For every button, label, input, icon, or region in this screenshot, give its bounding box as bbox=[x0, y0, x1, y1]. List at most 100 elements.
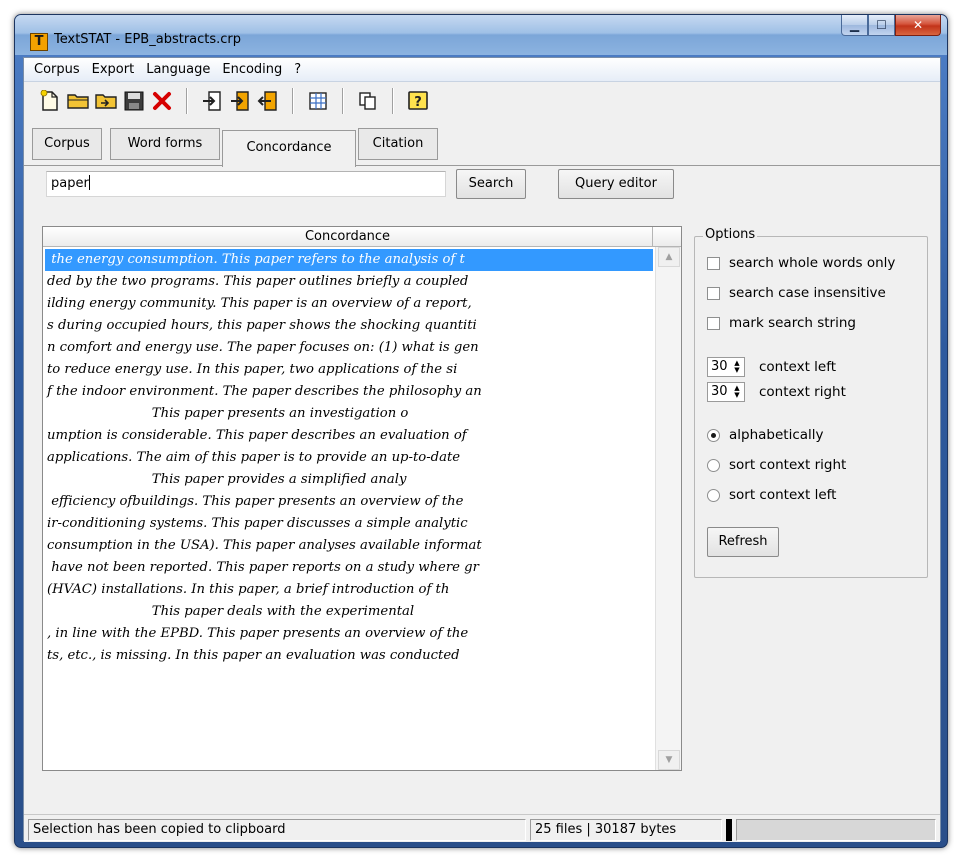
add-folder-button[interactable] bbox=[94, 89, 118, 113]
menu-language[interactable]: Language bbox=[146, 62, 210, 77]
concordance-row[interactable]: ded by the two programs. This paper outl… bbox=[45, 271, 653, 293]
open-folder-button[interactable] bbox=[66, 89, 90, 113]
concordance-row[interactable]: s during occupied hours, this paper show… bbox=[45, 315, 653, 337]
import-file-button[interactable] bbox=[200, 89, 224, 113]
close-icon: ✕ bbox=[912, 18, 924, 32]
import-file-alt-icon bbox=[231, 91, 249, 111]
menu-export[interactable]: Export bbox=[92, 62, 135, 77]
concordance-row[interactable]: ir-conditioning systems. This paper disc… bbox=[45, 513, 653, 535]
new-file-button[interactable] bbox=[38, 89, 62, 113]
text-caret bbox=[88, 175, 90, 190]
mark-string-checkbox[interactable]: mark search string bbox=[707, 313, 856, 333]
help-icon: ? bbox=[408, 91, 428, 110]
concordance-row[interactable]: (HVAC) installations. In this paper, a b… bbox=[45, 579, 653, 601]
sort-context-left-label: sort context left bbox=[729, 487, 837, 503]
concordance-row[interactable]: ts, etc., is missing. In this paper an e… bbox=[45, 645, 653, 667]
help-button[interactable]: ? bbox=[406, 89, 430, 113]
status-extra-panel bbox=[736, 819, 936, 841]
save-icon bbox=[124, 91, 144, 111]
tab-strip: Corpus Word forms Concordance Citation bbox=[24, 122, 940, 167]
search-button[interactable]: Search bbox=[456, 169, 526, 199]
sort-context-right-label: sort context right bbox=[729, 457, 847, 473]
tab-word-forms[interactable]: Word forms bbox=[110, 128, 220, 160]
concordance-row[interactable]: consumption in the USA). This paper anal… bbox=[45, 535, 653, 557]
concordance-row[interactable]: n comfort and energy use. The paper focu… bbox=[45, 337, 653, 359]
whole-words-label: search whole words only bbox=[729, 255, 896, 271]
delete-button[interactable] bbox=[150, 89, 174, 113]
toolbar-separator bbox=[292, 88, 294, 114]
concordance-row[interactable]: efficiency ofbuildings. This paper prese… bbox=[45, 491, 653, 513]
concordance-row[interactable]: This paper presents an investigation o bbox=[45, 403, 653, 425]
concordance-row[interactable]: This paper provides a simplified analy bbox=[45, 469, 653, 491]
whole-words-checkbox[interactable]: search whole words only bbox=[707, 253, 895, 273]
maximize-button[interactable]: ☐ bbox=[868, 15, 895, 36]
caption-buttons: ▁ ☐ ✕ bbox=[841, 15, 941, 37]
import-file-alt-button[interactable] bbox=[228, 89, 252, 113]
menu-corpus[interactable]: Corpus bbox=[34, 62, 80, 77]
context-left-spinner[interactable]: 30 ▲ ▼ bbox=[707, 357, 745, 377]
spinner-arrows-icon[interactable]: ▲ ▼ bbox=[732, 360, 742, 374]
refresh-button[interactable]: Refresh bbox=[707, 527, 779, 557]
query-editor-button[interactable]: Query editor bbox=[558, 169, 674, 199]
concordance-row[interactable]: , in line with the EPBD. This paper pres… bbox=[45, 623, 653, 645]
checkbox-box[interactable] bbox=[707, 316, 720, 330]
concordance-row[interactable]: umption is considerable. This paper desc… bbox=[45, 425, 653, 447]
open-folder-icon bbox=[67, 94, 89, 109]
menu-help[interactable]: ? bbox=[294, 62, 301, 77]
search-input[interactable]: paper bbox=[46, 171, 446, 197]
status-divider bbox=[726, 819, 732, 841]
copy-icon bbox=[359, 92, 376, 110]
concordance-row[interactable]: f the indoor environment. The paper desc… bbox=[45, 381, 653, 403]
concordance-rows: the energy consumption. This paper refer… bbox=[45, 249, 653, 667]
concordance-row[interactable]: This paper deals with the experimental bbox=[45, 601, 653, 623]
toolbar-separator bbox=[392, 88, 394, 114]
concordance-row[interactable]: to reduce energy use. In this paper, two… bbox=[45, 359, 653, 381]
window-title: TextSTAT - EPB_abstracts.crp bbox=[54, 32, 242, 47]
concordance-row[interactable]: the energy consumption. This paper refer… bbox=[45, 249, 653, 271]
concordance-row[interactable]: ilding energy community. This paper is a… bbox=[45, 293, 653, 315]
export-file-icon bbox=[257, 91, 277, 111]
status-files-info: 25 files | 30187 bytes bbox=[530, 819, 722, 841]
sort-context-right-radio[interactable]: sort context right bbox=[707, 455, 846, 475]
case-insensitive-checkbox[interactable]: search case insensitive bbox=[707, 283, 886, 303]
concordance-list[interactable]: Concordance the energy consumption. This… bbox=[42, 226, 682, 771]
radio-button[interactable] bbox=[707, 458, 720, 472]
context-right-spinner[interactable]: 30 ▲ ▼ bbox=[707, 382, 745, 402]
status-bar: Selection has been copied to clipboard 2… bbox=[24, 814, 940, 842]
save-button[interactable] bbox=[122, 89, 146, 113]
delete-icon bbox=[153, 92, 171, 110]
checkbox-box[interactable] bbox=[707, 286, 720, 300]
scroll-down-button[interactable]: ▼ bbox=[658, 750, 680, 770]
svg-text:?: ? bbox=[414, 95, 422, 110]
radio-button[interactable] bbox=[707, 488, 720, 502]
table-button[interactable] bbox=[306, 89, 330, 113]
concordance-row[interactable]: applications. The aim of this paper is t… bbox=[45, 447, 653, 469]
checkbox-box[interactable] bbox=[707, 256, 720, 270]
toolbar-separator bbox=[186, 88, 188, 114]
sort-alphabetically-radio[interactable]: alphabetically bbox=[707, 425, 824, 445]
app-window: T TextSTAT - EPB_abstracts.crp ▁ ☐ ✕ Cor… bbox=[14, 14, 948, 848]
toolbar: ? bbox=[24, 83, 940, 119]
context-left-row: 30 ▲ ▼ context left bbox=[707, 357, 836, 377]
spinner-arrows-icon[interactable]: ▲ ▼ bbox=[732, 385, 742, 399]
concordance-column-header[interactable]: Concordance bbox=[43, 227, 653, 247]
tab-concordance[interactable]: Concordance bbox=[222, 130, 356, 167]
minimize-button[interactable]: ▁ bbox=[841, 15, 868, 36]
menu-encoding[interactable]: Encoding bbox=[222, 62, 282, 77]
vertical-scrollbar[interactable]: ▲ ▼ bbox=[655, 247, 681, 770]
tab-corpus[interactable]: Corpus bbox=[32, 128, 102, 160]
tab-citation[interactable]: Citation bbox=[358, 128, 438, 160]
minimize-icon: ▁ bbox=[849, 18, 860, 32]
title-bar[interactable]: T TextSTAT - EPB_abstracts.crp ▁ ☐ ✕ bbox=[15, 15, 947, 55]
concordance-row[interactable]: have not been reported. This paper repor… bbox=[45, 557, 653, 579]
scroll-up-button[interactable]: ▲ bbox=[658, 247, 680, 267]
copy-button[interactable] bbox=[356, 89, 380, 113]
sort-context-left-radio[interactable]: sort context left bbox=[707, 485, 836, 505]
table-icon bbox=[309, 92, 327, 110]
export-file-button[interactable] bbox=[256, 89, 280, 113]
context-right-label: context right bbox=[759, 384, 846, 400]
radio-button[interactable] bbox=[707, 428, 720, 442]
toolbar-separator bbox=[342, 88, 344, 114]
context-right-row: 30 ▲ ▼ context right bbox=[707, 382, 846, 402]
close-button[interactable]: ✕ bbox=[895, 15, 941, 36]
